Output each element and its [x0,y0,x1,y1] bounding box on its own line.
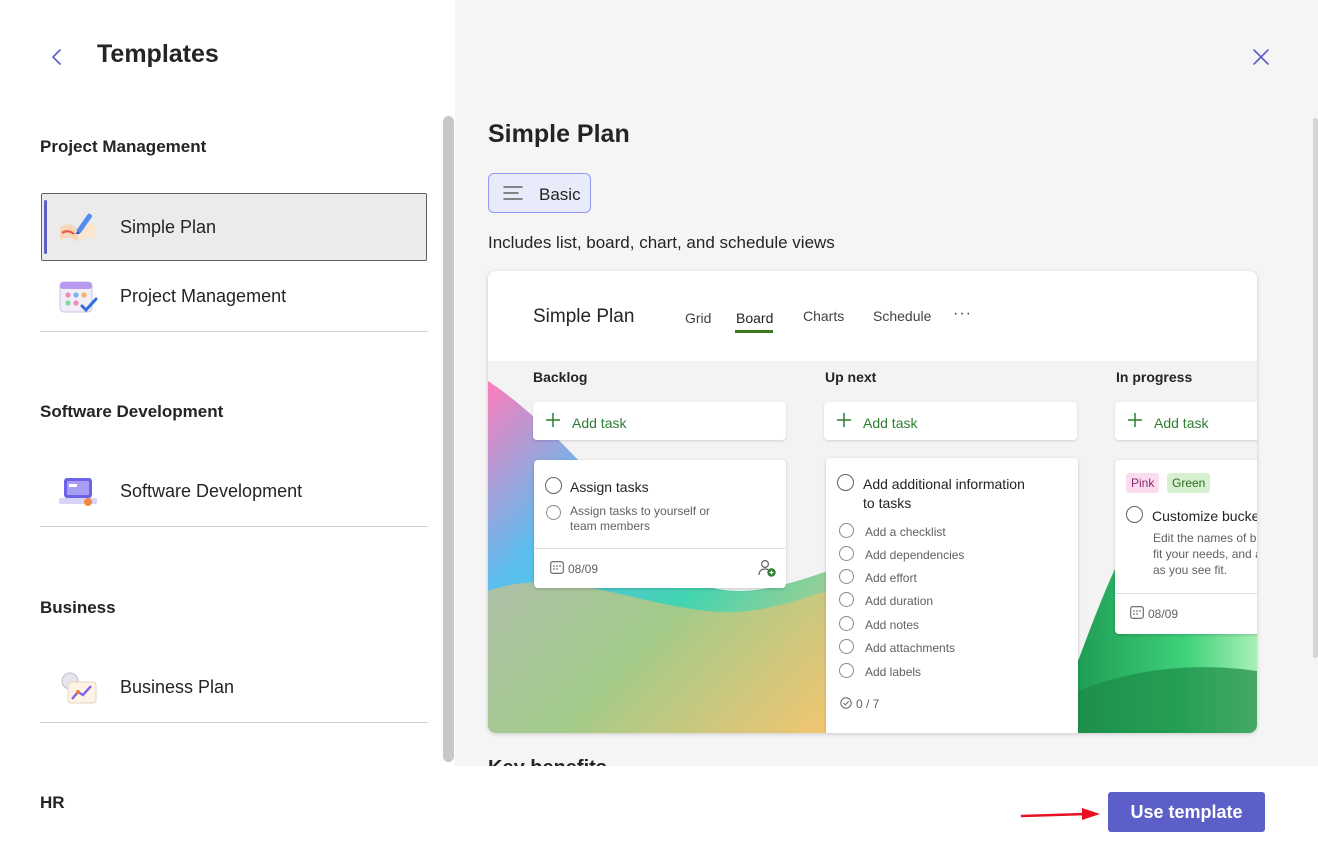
page-title: Templates [97,40,219,68]
checklist-item-checkbox [839,569,854,584]
category-heading-hr: HR [40,793,65,812]
task-title-line2: to tasks [863,495,912,511]
more-options-icon: ··· [953,305,972,322]
task-checkbox [545,477,562,494]
task-due-date: 08/09 [568,562,599,576]
add-task-label: Add task [572,415,627,431]
card-divider [1115,593,1257,594]
template-item-business-plan[interactable]: Business Plan [40,653,428,723]
close-icon[interactable] [1250,46,1272,68]
lines-icon [503,186,523,200]
task-card-add-information: Add additional information to tasks Add … [826,458,1078,733]
task-due-date: 08/09 [1148,607,1179,621]
project-management-icon [59,281,98,313]
software-development-icon [59,478,97,506]
label-tag-pink: Pink [1126,473,1160,493]
active-tab-indicator [735,330,773,333]
add-task-in-progress: Add task [1115,402,1257,440]
list-scrollbar[interactable] [443,116,454,762]
checklist-item-checkbox [839,639,854,654]
calendar-icon [550,561,564,574]
checklist-progress-icon [840,697,852,709]
checklist-item: Add dependencies [865,548,965,562]
category-heading-project-management: Project Management [40,137,207,156]
task-checkbox [837,474,854,491]
task-subtext-line1: Edit the names of buckets to [1153,531,1257,545]
preview-tab-charts: Charts [803,308,845,324]
template-item-software-development[interactable]: Software Development [40,457,428,527]
add-task-backlog: Add task [533,402,786,440]
checklist-item: Add labels [865,665,922,679]
plus-icon [546,413,560,427]
badge-label: Basic [539,185,581,204]
template-item-label: Simple Plan [120,217,217,237]
checklist-item: Add effort [865,571,917,585]
task-card-assign-tasks: Assign tasks Assign tasks to yourself or… [534,460,786,588]
add-task-label: Add task [1154,415,1209,431]
checklist-item-checkbox [839,523,854,538]
task-subtext-line1: Assign tasks to yourself or [570,504,711,518]
preview-tab-board: Board [736,310,774,326]
task-title: Assign tasks [570,479,649,495]
add-task-label: Add task [863,415,918,431]
plus-icon [837,413,851,427]
checklist-item-checkbox [839,663,854,678]
task-title-line1: Add additional information [863,476,1025,492]
business-plan-icon [61,672,97,704]
template-item-label: Business Plan [120,677,235,697]
subtask-checkbox [546,505,561,520]
level-badge: Basic [488,173,591,213]
checklist-progress: 0 / 7 [856,697,880,711]
card-divider [534,548,786,549]
preview-tab-grid: Grid [685,310,712,326]
checklist-item-checkbox [839,592,854,607]
template-item-label: Software Development [120,481,303,501]
section-heading-key-benefits: Key benefits [488,757,607,766]
red-arrow-annotation [1020,808,1100,820]
simple-plan-icon [60,213,96,242]
use-template-button[interactable]: Use template [1108,792,1265,832]
template-item-simple-plan[interactable]: Simple Plan [41,193,427,261]
detail-scrollbar[interactable] [1313,118,1318,658]
template-title: Simple Plan [488,120,630,148]
template-detail-panel: Simple Plan Basic Includes list, board, … [455,0,1318,766]
label-tag-green: Green [1167,473,1211,493]
task-subtext-line3: as you see fit. [1153,563,1228,577]
add-task-up-next: Add task [824,402,1077,440]
preview-tab-schedule: Schedule [873,308,932,324]
preview-plan-title: Simple Plan [533,306,635,327]
checklist-item-checkbox [839,616,854,631]
checklist-item-checkbox [839,546,854,561]
template-item-label: Project Management [120,286,287,306]
assign-person-icon [758,559,776,577]
template-list-panel: Templates Project Management Simple Plan… [0,0,455,856]
task-card-customize-buckets: Pink Green Customize buckets Edit the na… [1115,460,1257,634]
column-header-in-progress: In progress [1116,369,1193,385]
checklist-item: Add a checklist [865,525,946,539]
checklist-item: Add notes [865,618,920,632]
task-subtext-line2: team members [570,519,651,533]
plus-icon [1128,413,1142,427]
calendar-icon [1130,606,1144,619]
checklist-item: Add attachments [865,641,956,655]
task-title: Customize buckets [1152,508,1257,524]
checklist-item: Add duration [865,594,934,608]
back-arrow-icon[interactable] [44,44,70,70]
template-preview: Simple Plan Grid Board Charts Schedule ·… [488,271,1257,733]
task-checkbox [1126,506,1143,523]
template-description: Includes list, board, chart, and schedul… [488,233,835,252]
column-header-up-next: Up next [825,369,877,385]
template-item-project-management[interactable]: Project Management [40,262,428,332]
preview-header: Simple Plan Grid Board Charts Schedule ·… [488,271,1257,361]
category-heading-business: Business [40,598,116,617]
task-subtext-line2: fit your needs, and add more [1153,547,1257,561]
category-heading-software-development: Software Development [40,402,224,421]
column-header-backlog: Backlog [533,369,588,385]
